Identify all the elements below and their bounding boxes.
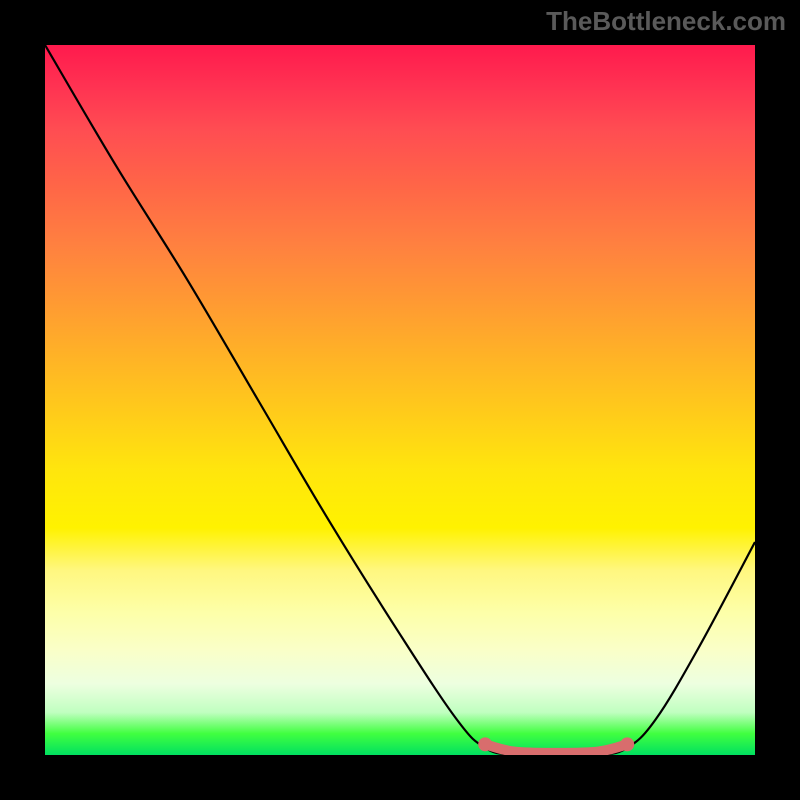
- optimal-range-highlight: [478, 737, 634, 753]
- chart-svg: [45, 45, 755, 755]
- bottleneck-curve-line: [45, 45, 755, 755]
- chart-plot-area: [45, 45, 755, 755]
- watermark-text: TheBottleneck.com: [546, 6, 786, 37]
